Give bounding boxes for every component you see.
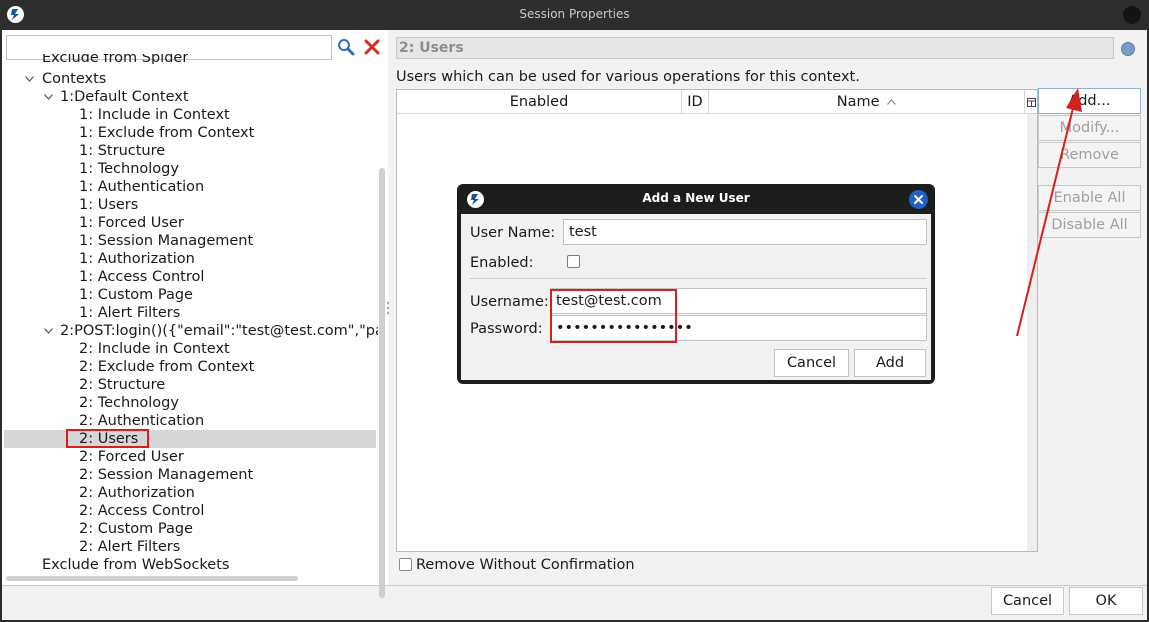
tree-item[interactable]: 2: Forced User	[79, 448, 184, 466]
tree-item[interactable]: 2: Authorization	[79, 484, 195, 502]
tree-item[interactable]: 2: Technology	[79, 394, 179, 412]
tree-item[interactable]: 1: Alert Filters	[79, 304, 180, 322]
add-user-dialog: Add a New User User Name: Enabled: Usern…	[457, 184, 935, 384]
tree-item[interactable]: 2: Include in Context	[79, 340, 230, 358]
ok-button[interactable]: OK	[1069, 587, 1143, 615]
tree-item[interactable]: 1: Custom Page	[79, 286, 193, 304]
cancel-button[interactable]: Cancel	[991, 587, 1064, 615]
tree-item[interactable]: 1: Include in Context	[79, 106, 230, 124]
chevron-down-icon[interactable]	[44, 328, 53, 334]
tree-horizontal-scrollbar[interactable]	[6, 576, 298, 581]
annotation-box-users	[66, 429, 149, 448]
remove-without-confirmation-label: Remove Without Confirmation	[416, 557, 635, 573]
tree-item-context-1[interactable]: 1:Default Context	[60, 88, 189, 106]
tree-item[interactable]: 2: Authentication	[79, 412, 204, 430]
tree-item[interactable]: 1: Exclude from Context	[79, 124, 254, 142]
disable-all-button[interactable]: Disable All	[1038, 212, 1141, 238]
tree-item[interactable]: 1: Forced User	[79, 214, 184, 232]
enabled-label: Enabled:	[470, 255, 534, 271]
dialog-title: Add a New User	[642, 191, 750, 205]
user-name-label: User Name:	[470, 225, 556, 241]
enabled-checkbox[interactable]	[567, 255, 580, 268]
tree-item[interactable]: 2: Session Management	[79, 466, 253, 484]
tree-item[interactable]: 2: Alert Filters	[79, 538, 180, 556]
dialog-close-icon[interactable]	[909, 190, 928, 209]
sort-ascending-icon	[887, 99, 897, 105]
splitter-handle-icon[interactable]	[386, 300, 390, 316]
tree-item[interactable]: 1: Access Control	[79, 268, 204, 286]
tree-item-context-2[interactable]: 2:POST:login()({"email":"test@test.com",…	[60, 322, 378, 340]
tree-item[interactable]: 2: Exclude from Context	[79, 358, 254, 376]
chevron-down-icon[interactable]	[44, 94, 53, 100]
tree-item[interactable]: 2: Access Control	[79, 502, 204, 520]
add-user-button[interactable]: Add...	[1038, 88, 1141, 114]
dialog-add-button[interactable]: Add	[854, 349, 926, 377]
context-tree: Exclude from Spider Contexts 1:Default C…	[2, 54, 378, 574]
context-tree-pane: Exclude from Spider Contexts 1:Default C…	[2, 30, 388, 598]
dialog-body: User Name: Enabled: Username: Password: …	[461, 214, 931, 380]
tree-item-contexts[interactable]: Contexts	[42, 70, 106, 88]
tree-item-exclude-from-spider[interactable]: Exclude from Spider	[42, 54, 188, 64]
tree-item[interactable]: 2: Custom Page	[79, 520, 193, 538]
chevron-down-icon[interactable]	[25, 76, 34, 82]
table-scroll-track	[1027, 114, 1037, 551]
panel-description: Users which can be used for various oper…	[396, 69, 860, 85]
user-name-input[interactable]	[563, 219, 927, 245]
column-header-id[interactable]: ID	[682, 90, 709, 114]
enable-all-button[interactable]: Enable All	[1038, 185, 1141, 211]
tree-item[interactable]: 1: Users	[79, 196, 138, 214]
remove-user-button[interactable]: Remove	[1038, 142, 1141, 168]
tree-item-selected-row[interactable]: 2: Users	[4, 430, 376, 448]
help-icon[interactable]	[1121, 42, 1135, 56]
panel-title: 2: Users	[396, 37, 1114, 59]
window-title: Session Properties	[519, 7, 630, 21]
tree-item[interactable]: 2: Structure	[79, 376, 165, 394]
dialog-cancel-button[interactable]: Cancel	[774, 349, 849, 377]
password-label: Password:	[470, 321, 543, 337]
tree-vertical-scrollbar[interactable]	[379, 168, 385, 598]
username-label: Username:	[470, 294, 549, 310]
tree-item[interactable]: 1: Authorization	[79, 250, 195, 268]
dialog-divider	[469, 278, 927, 279]
column-header-enabled[interactable]: Enabled	[397, 90, 682, 114]
tree-item[interactable]: 1: Session Management	[79, 232, 253, 250]
footer-divider	[2, 585, 1147, 586]
column-chooser-icon[interactable]	[1025, 90, 1037, 114]
window-titlebar: Session Properties	[0, 0, 1149, 30]
column-header-name-label: Name	[836, 94, 880, 110]
column-header-name[interactable]: Name	[709, 90, 1025, 114]
annotation-box-credentials	[550, 289, 677, 343]
tree-item-exclude-from-websockets[interactable]: Exclude from WebSockets	[42, 556, 229, 574]
tree-item[interactable]: 1: Technology	[79, 160, 179, 178]
tree-item[interactable]: 1: Structure	[79, 142, 165, 160]
window-close-icon[interactable]	[1123, 6, 1141, 24]
modify-user-button[interactable]: Modify...	[1038, 115, 1141, 141]
tree-item[interactable]: 1: Authentication	[79, 178, 204, 196]
remove-without-confirmation-checkbox[interactable]	[399, 558, 412, 571]
